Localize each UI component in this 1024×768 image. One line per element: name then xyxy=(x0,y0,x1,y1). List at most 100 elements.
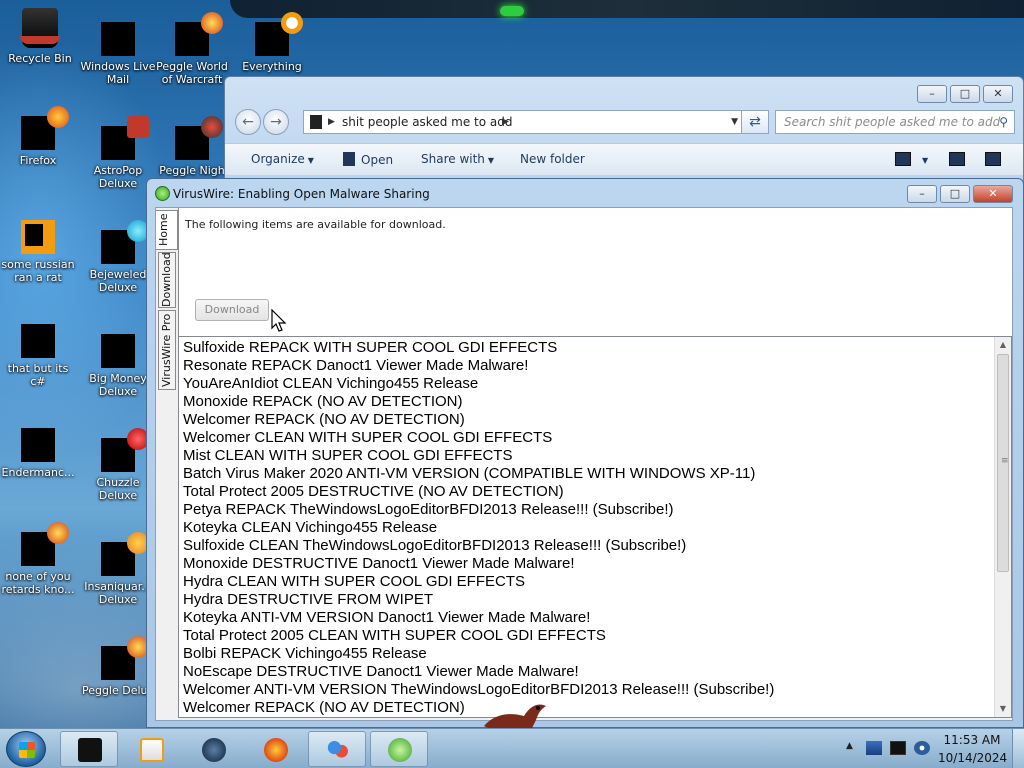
clock-date[interactable]: 10/14/2024 xyxy=(938,751,1007,765)
desktop-icon-chuzzle[interactable]: Chuzzle Deluxe xyxy=(80,428,156,502)
open-button[interactable]: Open xyxy=(343,152,393,167)
green-led-icon xyxy=(500,6,524,16)
minimize-button[interactable]: – xyxy=(917,85,947,103)
malware-list-item[interactable]: Bolbi REPACK Vichingo455 Release xyxy=(183,645,774,663)
taskbar-app-globe[interactable] xyxy=(184,731,242,767)
taskbar-app-viruswire[interactable] xyxy=(370,731,428,767)
organize-label: Organize xyxy=(251,152,305,166)
malware-list-item[interactable]: Hydra DESTRUCTIVE FROM WIPET xyxy=(183,591,774,609)
desktop-icon-windows-live-mail[interactable]: Windows Live Mail xyxy=(80,22,156,86)
malware-list-item[interactable]: Monoxide DESTRUCTIVE Danoct1 Viewer Made… xyxy=(183,555,774,573)
desktop-icon-big-money[interactable]: Big Money Deluxe xyxy=(80,334,156,398)
taskbar: ▲ 11:53 AM 10/14/2024 xyxy=(0,728,1024,768)
open-icon xyxy=(343,152,355,166)
chevron-down-icon[interactable]: ▼ xyxy=(731,111,738,133)
malware-list-item[interactable]: Resonate REPACK Danoct1 Viewer Made Malw… xyxy=(183,357,774,375)
chevron-right-icon[interactable]: ▶ xyxy=(328,111,335,133)
malware-list-item[interactable]: Sulfoxide REPACK WITH SUPER COOL GDI EFF… xyxy=(183,339,774,357)
malware-list-item[interactable]: Koteyka ANTI-VM VERSION Danoct1 Viewer M… xyxy=(183,609,774,627)
clock-time[interactable]: 11:53 AM xyxy=(938,733,1006,747)
desktop-icon-none-of-you[interactable]: none of you retards kno... xyxy=(0,522,76,596)
view-options-icon[interactable] xyxy=(895,152,911,166)
organize-button[interactable]: Organize ▼ xyxy=(251,152,314,166)
malware-list-item[interactable]: Welcomer REPACK (NO AV DETECTION) xyxy=(183,411,774,429)
forward-button[interactable]: → xyxy=(263,109,289,135)
desktop-icon-recycle-bin[interactable]: Recycle Bin xyxy=(2,8,78,65)
malware-list[interactable]: Sulfoxide REPACK WITH SUPER COOL GDI EFF… xyxy=(178,336,1012,718)
app-icon xyxy=(21,220,55,254)
desktop-icon-firefox[interactable]: Firefox xyxy=(0,106,76,167)
volume-icon[interactable] xyxy=(914,741,930,755)
desktop-icon-label: Recycle Bin xyxy=(8,52,72,65)
desktop-icon-insaniquarium[interactable]: Insaniquar... Deluxe xyxy=(80,532,156,606)
malware-list-item[interactable]: Batch Virus Maker 2020 ANTI-VM VERSION (… xyxy=(183,465,774,483)
malware-list-item[interactable]: Total Protect 2005 CLEAN WITH SUPER COOL… xyxy=(183,627,774,645)
desktop-icon-peggle-wow[interactable]: Peggle World of Warcraft xyxy=(154,12,230,86)
close-button[interactable]: ✕ xyxy=(973,185,1013,203)
address-path[interactable]: shit people asked me to add xyxy=(342,115,512,129)
tab-home[interactable]: Home xyxy=(156,210,178,250)
viruswire-window[interactable]: VirusWire: Enabling Open Malware Sharing… xyxy=(146,178,1024,728)
desktop-icon-some-russian[interactable]: some russian ran a rat xyxy=(0,220,76,284)
malware-list-item[interactable]: Welcomer CLEAN WITH SUPER COOL GDI EFFEC… xyxy=(183,429,774,447)
desktop-icon-endermanch[interactable]: Endermanc... xyxy=(0,428,76,479)
help-icon[interactable] xyxy=(985,152,1001,166)
desktop-icon-everything[interactable]: Everything xyxy=(234,12,310,73)
chevron-down-icon[interactable]: ▼ xyxy=(919,152,928,166)
mail-icon xyxy=(101,22,135,56)
malware-list-item[interactable]: NoEscape DESTRUCTIVE Danoct1 Viewer Made… xyxy=(183,663,774,681)
desktop-icon-bejeweled[interactable]: Bejeweled Deluxe xyxy=(80,220,156,294)
network-icon[interactable] xyxy=(890,741,906,755)
close-button[interactable]: ✕ xyxy=(983,85,1013,103)
search-input[interactable]: Search shit people asked me to add ⚲ xyxy=(775,110,1015,134)
tab-viruswire-pro[interactable]: VirusWire Pro xyxy=(158,310,176,390)
desktop-icon-label: Peggle Nigh xyxy=(159,164,225,177)
tab-download[interactable]: Download xyxy=(158,252,176,308)
vertical-scrollbar[interactable]: ▲ ≡ ▼ xyxy=(994,337,1011,717)
malware-list-item[interactable]: Petya REPACK TheWindowsLogoEditorBFDI201… xyxy=(183,501,774,519)
show-desktop-button[interactable] xyxy=(1012,729,1024,768)
malware-list-item[interactable]: YouAreAnIdiot CLEAN Vichingo455 Release xyxy=(183,375,774,393)
scroll-thumb[interactable]: ≡ xyxy=(997,354,1009,572)
malware-list-item[interactable]: Monoxide REPACK (NO AV DETECTION) xyxy=(183,393,774,411)
desktop-icon-peggle-nights[interactable]: Peggle Nigh xyxy=(154,116,230,177)
malware-list-item[interactable]: Sulfoxide CLEAN TheWindowsLogoEditorBFDI… xyxy=(183,537,774,555)
malware-list-item[interactable]: Mist CLEAN WITH SUPER COOL GDI EFFECTS xyxy=(183,447,774,465)
desktop-top-ornament xyxy=(230,0,1024,18)
search-icon[interactable]: ⚲ xyxy=(999,111,1008,133)
maximize-button[interactable]: □ xyxy=(950,85,980,103)
new-folder-button[interactable]: New folder xyxy=(520,152,585,166)
scroll-up-icon[interactable]: ▲ xyxy=(995,337,1011,353)
recycle-bin-icon xyxy=(20,8,60,48)
share-with-button[interactable]: Share with ▼ xyxy=(421,152,494,166)
tray-app-icon[interactable] xyxy=(866,741,882,755)
scroll-down-icon[interactable]: ▼ xyxy=(995,701,1011,717)
back-button[interactable]: ← xyxy=(235,109,261,135)
malware-list-item[interactable]: Total Protect 2005 DESTRUCTIVE (NO AV DE… xyxy=(183,483,774,501)
malware-list-item[interactable]: Hydra CLEAN WITH SUPER COOL GDI EFFECTS xyxy=(183,573,774,591)
app-icon xyxy=(21,428,55,462)
malware-list-item[interactable]: Welcomer REPACK (NO AV DETECTION) xyxy=(183,699,774,717)
malware-list-item[interactable]: Koteyka CLEAN Vichingo455 Release xyxy=(183,519,774,537)
taskbar-app-users[interactable] xyxy=(308,731,366,767)
preview-pane-icon[interactable] xyxy=(949,152,965,166)
desktop-icon-astropop[interactable]: AstroPop Deluxe xyxy=(80,116,156,190)
show-hidden-icons-icon[interactable]: ▲ xyxy=(846,741,853,751)
desktop-icon-label: Firefox xyxy=(19,154,57,167)
malware-list-item[interactable]: Welcomer ANTI-VM VERSION TheWindowsLogoE… xyxy=(183,681,774,699)
desktop-icon-that-but-c[interactable]: that but its c# xyxy=(0,324,76,388)
chevron-right-icon[interactable]: ▶ xyxy=(502,111,509,133)
taskbar-app-media[interactable] xyxy=(122,731,180,767)
game-icon xyxy=(175,12,223,56)
maximize-button[interactable]: □ xyxy=(940,185,970,203)
taskbar-app-firefox[interactable] xyxy=(246,731,304,767)
desktop-icon-label: Endermanc... xyxy=(1,466,75,479)
viruswire-caption-buttons: – □ ✕ xyxy=(907,185,1013,203)
taskbar-app-explorer[interactable] xyxy=(60,731,118,767)
minimize-button[interactable]: – xyxy=(907,185,937,203)
refresh-button[interactable]: ⇄ xyxy=(741,110,769,134)
desktop-icon-peggle-deluxe[interactable]: Peggle Delux xyxy=(80,636,156,697)
address-bar[interactable]: ▶ shit people asked me to add ▶ ▼ xyxy=(303,110,743,134)
start-button[interactable] xyxy=(6,731,46,767)
download-button[interactable]: Download xyxy=(195,299,269,321)
